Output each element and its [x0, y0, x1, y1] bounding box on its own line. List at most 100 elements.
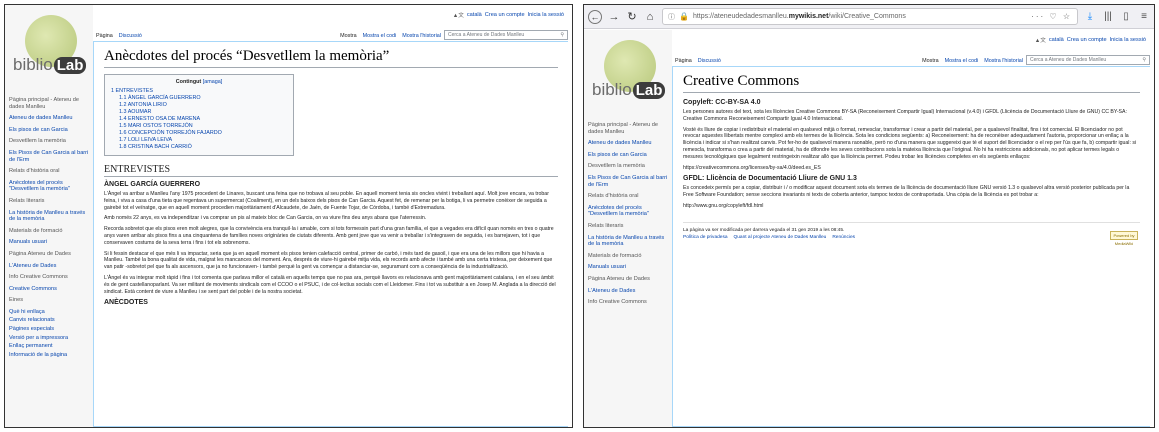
sidebar-item[interactable]: Els pisos de can Garcia — [9, 127, 91, 134]
toc-item[interactable]: 1.4 ERNESTO OSA DE MARENA — [111, 116, 287, 123]
sidebar-item[interactable]: Els Pisos de Can Garcia al barri de l'Er… — [588, 175, 670, 188]
page-content: Anècdotes del procés “Desvetllem la memò… — [93, 41, 568, 427]
create-account-link[interactable]: Crea un compte — [1067, 37, 1107, 43]
cc-license-link[interactable]: https://creativecommons.org/licenses/by-… — [683, 165, 1140, 172]
toc-item[interactable]: 1.2 ANTONIA LIRIO — [111, 102, 287, 109]
sidebar-heading: Relats literaris — [9, 197, 45, 204]
sidebar-item[interactable]: Anècdotes del procés "Desvetllem la memò… — [588, 205, 670, 218]
url-text: https://ateneudedadesmanlleu.mywikis.net… — [692, 13, 906, 20]
sidebar-heading: Eines — [9, 297, 23, 304]
sidebar-item[interactable]: Què hi enllaça — [9, 309, 91, 316]
search-placeholder: Cerca a Ateneu de Dades Manlleu — [1030, 57, 1107, 63]
toc-item[interactable]: 1 ENTREVISTES — [111, 88, 287, 95]
forward-arrow-icon[interactable]: → — [608, 11, 620, 23]
tab-view[interactable]: Mostra — [337, 33, 359, 41]
left-screenshot-panel: biblio Lab Pàgina principal - Ateneu de d… — [4, 4, 573, 428]
sidebar-item[interactable]: Anècdotes del procés "Desvetllem la memò… — [9, 180, 91, 193]
copyleft-heading: Copyleft: CC-BY-SA 4.0 — [683, 99, 761, 106]
sidebar-item[interactable]: Enllaç permanent — [9, 343, 91, 350]
bibliolab-logo[interactable]: biblio Lab — [592, 38, 666, 112]
tab-view-source[interactable]: Mostra el codi — [942, 58, 982, 66]
sidebar-item[interactable]: Manuals usuari — [588, 264, 670, 271]
page-actions[interactable]: ··· ♡ ☆ — [1031, 12, 1072, 21]
sidebar-heading: Pàgina Ateneu de Dades — [9, 250, 71, 257]
tab-discussion[interactable]: Discussió — [695, 58, 724, 66]
create-account-link[interactable]: Crea un compte — [485, 12, 525, 18]
reload-icon[interactable]: ↻ — [626, 10, 638, 23]
page-title: Anècdotes del procés “Desvetllem la memò… — [104, 48, 558, 68]
toc-item[interactable]: 1.6 CONCEPCIÓN TORREJÓN FAJARDO — [111, 130, 287, 137]
library-icon[interactable]: ||| — [1102, 11, 1114, 22]
paragraph: Les persones autores del text, sota les … — [683, 109, 1127, 122]
search-icon[interactable]: ⚲ — [560, 32, 564, 38]
page-footer: La pàgina va ser modificada per darrera … — [683, 221, 1140, 246]
sidebar-item[interactable]: Informació de la pàgina — [9, 352, 91, 359]
paragraph: Amb només 22 anys, es va independitzar i… — [104, 215, 427, 222]
toc-item[interactable]: 1.3 AOUMAR — [111, 109, 287, 116]
tab-discussion[interactable]: Discussió — [116, 33, 145, 41]
language-link[interactable]: català — [1049, 37, 1064, 43]
search-input[interactable]: Cerca a Ateneu de Dades Manlleu ⚲ — [444, 30, 568, 40]
sidebar-item[interactable]: Canvis relacionats — [9, 317, 91, 324]
sidebar-heading: Materials de formació — [9, 227, 63, 234]
bibliolab-logo[interactable]: biblio Lab — [13, 13, 87, 87]
sidebar-item[interactable]: Ateneu de dades Manlleu — [588, 140, 670, 147]
sidebar-item[interactable]: La història de Manlleu a través de la me… — [9, 210, 91, 223]
sidebar-item[interactable]: Ateneu de dades Manlleu — [9, 115, 91, 122]
tab-history[interactable]: Mostra l'historial — [981, 58, 1026, 66]
language-link[interactable]: català — [467, 12, 482, 18]
tab-view-source[interactable]: Mostra el codi — [360, 33, 400, 41]
tab-page[interactable]: Pàgina — [93, 33, 116, 41]
url-bar[interactable]: ⓘ 🔒 https://ateneudedadesmanlleu.mywikis… — [662, 8, 1078, 25]
gnu-license-link[interactable]: http://www.gnu.org/copyleft/fdl.html — [683, 203, 1140, 210]
wiki-page: biblio Lab Pàgina principal - Ateneu de d… — [5, 5, 572, 427]
info-icon[interactable]: ⓘ — [668, 12, 675, 22]
tab-view[interactable]: Mostra — [919, 58, 941, 66]
browser-toolbar: ← → ↻ ⌂ ⓘ 🔒 https://ateneudedadesmanlleu… — [584, 5, 1154, 29]
sidebar: biblio Lab Pàgina principal - Ateneu de d… — [584, 30, 672, 427]
sidebar-item[interactable]: Creative Commons — [9, 286, 91, 293]
language-icon: ▲文 — [452, 13, 464, 19]
paragraph: Vosté és lliure de copiar i redistribuir… — [683, 126, 1137, 160]
download-icon[interactable]: ⤓ — [1084, 11, 1096, 22]
sidebar-item[interactable]: Els pisos de can Garcia — [588, 152, 670, 159]
powered-by-mediawiki-badge[interactable]: Powered by MediaWiki — [1110, 230, 1138, 246]
back-arrow-icon[interactable]: ← — [588, 9, 602, 24]
logo-wordmark: biblio Lab — [592, 80, 666, 100]
page-title: Creative Commons — [683, 73, 1140, 93]
disclaimers-link[interactable]: Renúncies — [832, 234, 855, 241]
sidebar-item[interactable]: Versió per a impressora — [9, 335, 91, 342]
right-screenshot-panel: ← → ↻ ⌂ ⓘ 🔒 https://ateneudedadesmanlleu… — [583, 4, 1155, 428]
anecdotes-heading: ANÈCDOTES — [104, 299, 148, 307]
search-input[interactable]: Cerca a Ateneu de Dades Manlleu ⚲ — [1026, 55, 1150, 65]
sidebar-heading: Desvetllem la memòria — [9, 138, 66, 145]
wiki-page: biblio Lab Pàgina principal - Ateneu de d… — [584, 30, 1154, 427]
tab-page[interactable]: Pàgina — [672, 58, 695, 66]
toc-item[interactable]: 1.7 LOLI LEIVA LEIVA — [111, 137, 287, 144]
login-link[interactable]: Inicia la sessió — [528, 12, 564, 18]
sidebar-icon[interactable]: ▯ — [1120, 11, 1132, 22]
sidebar-heading: Pàgina principal - Ateneu de dades Manll… — [9, 97, 79, 110]
toc-item[interactable]: 1.5 MARI OSTOS TORREJÓN — [111, 123, 287, 130]
login-link[interactable]: Inicia la sessió — [1110, 37, 1146, 43]
toc-item[interactable]: 1.1 ÀNGEL GARCÍA GUERRERO — [111, 95, 287, 102]
sidebar-item[interactable]: Manuals usuari — [9, 239, 91, 246]
home-icon[interactable]: ⌂ — [644, 11, 656, 23]
sidebar-item[interactable]: La història de Manlleu a través de la me… — [588, 235, 670, 248]
about-link[interactable]: Quant al projecte Ateneu de Dades Manlle… — [734, 234, 827, 241]
menu-icon[interactable]: ≡ — [1138, 11, 1150, 22]
sidebar-heading: Relats d'història oral — [588, 193, 639, 200]
sidebar-item[interactable]: Els Pisos de Can Garcia al barri de l'Er… — [9, 150, 91, 163]
sidebar-item[interactable]: Pàgines especials — [9, 326, 91, 333]
toc-toggle[interactable]: [amaga] — [203, 79, 222, 85]
tab-history[interactable]: Mostra l'historial — [399, 33, 444, 41]
paragraph: Si li fessin destacar el que més li va i… — [104, 250, 553, 271]
paragraph: Es concedeix permís per a copiar, distri… — [683, 185, 1130, 199]
toc-title: Contingut [amaga] — [175, 79, 223, 85]
toc-item[interactable]: 1.8 CRISTINA BACH CARRIÓ — [111, 144, 287, 151]
privacy-link[interactable]: Política de privadesa — [683, 234, 728, 241]
search-icon[interactable]: ⚲ — [1142, 57, 1146, 63]
sidebar-nav: Pàgina principal - Ateneu de dades Manll… — [588, 122, 670, 311]
sidebar-item[interactable]: L'Ateneu de Dades — [588, 288, 670, 295]
sidebar-item[interactable]: L'Ateneu de Dades — [9, 263, 91, 270]
